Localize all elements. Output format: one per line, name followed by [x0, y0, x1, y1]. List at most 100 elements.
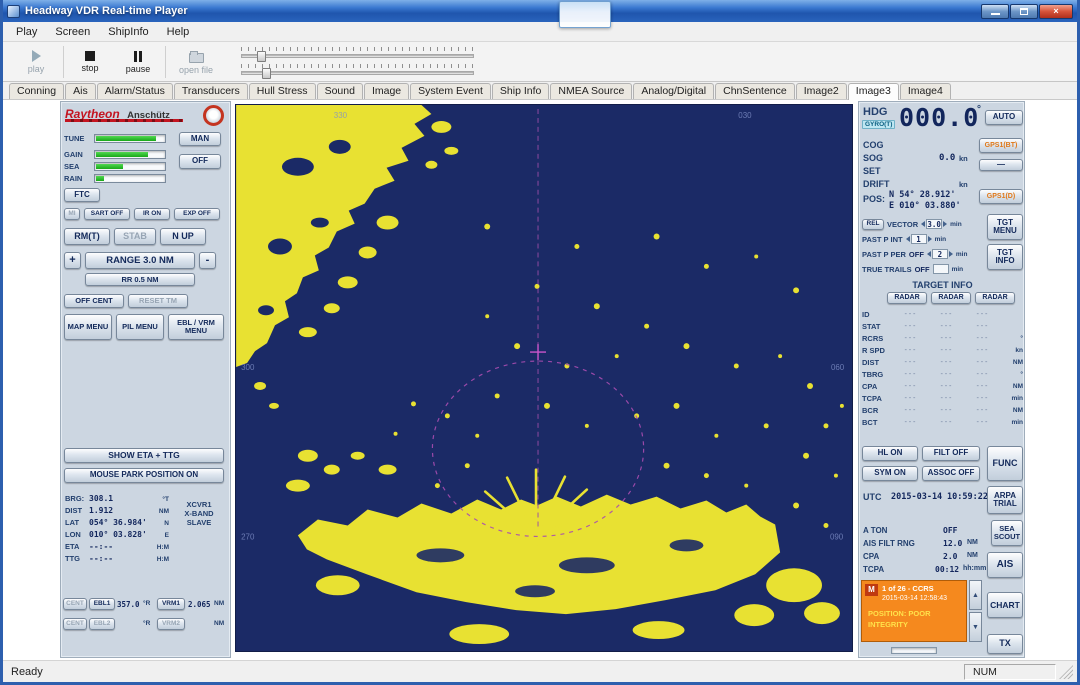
- off-button[interactable]: OFF: [179, 154, 221, 169]
- past-int-increase-arrow[interactable]: [928, 236, 932, 242]
- tab-analog-digital[interactable]: Analog/Digital: [633, 83, 714, 99]
- menu-screen[interactable]: Screen: [46, 24, 99, 40]
- off-cent-button[interactable]: OFF CENT: [64, 294, 124, 308]
- radar-ppi-display[interactable]: 330 030 300 060 270 090: [235, 104, 853, 652]
- target-source-radar-1[interactable]: RADAR: [887, 292, 927, 304]
- ir-on-button[interactable]: IR ON: [134, 208, 170, 220]
- range-increase-button[interactable]: +: [64, 252, 81, 269]
- alarm-scroll-up-button[interactable]: ▲: [969, 580, 982, 610]
- n-up-button[interactable]: N UP: [160, 228, 206, 245]
- tgt-info-button[interactable]: TGT INFO: [987, 244, 1023, 270]
- exp-off-button[interactable]: EXP OFF: [174, 208, 220, 220]
- gps1-d-button[interactable]: GPS1(D): [979, 189, 1023, 204]
- past-per-increase-arrow[interactable]: [949, 251, 953, 257]
- titlebar[interactable]: Headway VDR Real-time Player ×: [3, 0, 1077, 22]
- trails-state[interactable]: OFF: [915, 265, 930, 274]
- vrm2-button[interactable]: VRM2: [157, 618, 185, 630]
- close-button[interactable]: ×: [1039, 4, 1073, 19]
- map-menu-button[interactable]: MAP MENU: [64, 314, 112, 340]
- range-decrease-button[interactable]: -: [199, 252, 216, 269]
- menu-play[interactable]: Play: [7, 24, 46, 40]
- maximize-button[interactable]: [1010, 4, 1038, 19]
- past-per-state[interactable]: OFF: [909, 250, 924, 259]
- target-source-radar-2[interactable]: RADAR: [931, 292, 971, 304]
- menu-help[interactable]: Help: [158, 24, 199, 40]
- tab-system-event[interactable]: System Event: [410, 83, 491, 99]
- tab-chnsentence[interactable]: ChnSentence: [715, 83, 795, 99]
- ftc-button[interactable]: FTC: [64, 188, 100, 202]
- resize-grip[interactable]: [1059, 665, 1073, 679]
- alarm-scrollbar[interactable]: [891, 647, 937, 654]
- status-num-pane: NUM: [964, 664, 1056, 680]
- playback-slider-thumb[interactable]: [257, 51, 266, 62]
- arpa-trial-button[interactable]: ARPA TRIAL: [987, 486, 1023, 514]
- rain-slider[interactable]: [94, 174, 166, 183]
- assoc-off-button[interactable]: ASSOC OFF: [922, 466, 980, 481]
- gps1-bt-button[interactable]: GPS1(BT): [979, 138, 1023, 153]
- past-per-decrease-arrow[interactable]: [927, 251, 931, 257]
- pause-button[interactable]: pause: [115, 45, 161, 79]
- ais-button[interactable]: AIS: [987, 552, 1023, 578]
- tab-image3[interactable]: Image3: [848, 83, 899, 100]
- speed-slider-thumb[interactable]: [262, 68, 271, 79]
- aton-value[interactable]: OFF: [943, 526, 957, 535]
- tab-conning[interactable]: Conning: [9, 83, 64, 99]
- pil-menu-button[interactable]: PIL MENU: [116, 314, 164, 340]
- minimize-button[interactable]: [981, 4, 1009, 19]
- chart-button[interactable]: CHART: [987, 592, 1023, 618]
- tab-image4[interactable]: Image4: [900, 83, 951, 99]
- vrm1-button[interactable]: VRM1: [157, 598, 185, 610]
- tab-ais[interactable]: Ais: [65, 83, 96, 99]
- tune-slider[interactable]: [94, 134, 166, 143]
- sea-slider[interactable]: [94, 162, 166, 171]
- range-display[interactable]: RANGE 3.0 NM: [85, 252, 195, 269]
- cent1-button[interactable]: CENT: [63, 598, 87, 610]
- alarm-scroll-down-button[interactable]: ▼: [969, 612, 982, 642]
- sart-off-button[interactable]: SART OFF: [84, 208, 130, 220]
- auto-button[interactable]: AUTO: [985, 110, 1023, 125]
- tab-image2[interactable]: Image2: [796, 83, 847, 99]
- tab-sound[interactable]: Sound: [317, 83, 363, 99]
- show-eta-ttg-button[interactable]: SHOW ETA + TTG: [64, 448, 224, 463]
- stop-button[interactable]: stop: [67, 45, 113, 79]
- open-file-label: open file: [179, 65, 213, 75]
- play-button[interactable]: play: [13, 45, 59, 79]
- open-file-button[interactable]: open file: [169, 45, 223, 79]
- tab-image[interactable]: Image: [364, 83, 409, 99]
- rm-t-button[interactable]: RM(T): [64, 228, 110, 245]
- sym-on-button[interactable]: SYM ON: [862, 466, 918, 481]
- sea-scout-button[interactable]: SEA SCOUT: [991, 520, 1023, 546]
- dash-button[interactable]: —: [979, 159, 1023, 171]
- tab-hull-stress[interactable]: Hull Stress: [249, 83, 316, 99]
- ebl2-button[interactable]: EBL2: [89, 618, 115, 630]
- alarm-message-box[interactable]: M 1 of 26 - CCRS 2015-03-14 12:58:43 POS…: [861, 580, 967, 642]
- tab-ship-info[interactable]: Ship Info: [492, 83, 549, 99]
- vector-decrease-arrow[interactable]: [921, 221, 925, 227]
- ebl1-button[interactable]: EBL1: [89, 598, 115, 610]
- tab-alarm-status[interactable]: Alarm/Status: [97, 83, 173, 99]
- vector-increase-arrow[interactable]: [943, 221, 947, 227]
- func-button[interactable]: FUNC: [987, 446, 1023, 481]
- tab-nmea-source[interactable]: NMEA Source: [550, 83, 632, 99]
- tx-button[interactable]: TX: [987, 634, 1023, 654]
- menu-shipinfo[interactable]: ShipInfo: [99, 24, 157, 40]
- cent2-button[interactable]: CENT: [63, 618, 87, 630]
- range-rings-button[interactable]: RR 0.5 NM: [85, 273, 195, 286]
- gain-slider[interactable]: [94, 150, 166, 159]
- mi-button[interactable]: MI: [64, 208, 80, 220]
- cpa-limit-value: 2.0: [943, 552, 957, 561]
- mouse-park-button[interactable]: MOUSE PARK POSITION ON: [64, 468, 224, 483]
- stab-button[interactable]: STAB: [114, 228, 156, 245]
- target-source-radar-3[interactable]: RADAR: [975, 292, 1015, 304]
- tab-transducers[interactable]: Transducers: [174, 83, 248, 99]
- past-int-decrease-arrow[interactable]: [906, 236, 910, 242]
- rel-button[interactable]: REL: [862, 219, 884, 230]
- ebl-vrm-menu-button[interactable]: EBL / VRM MENU: [168, 314, 224, 340]
- man-button[interactable]: MAN: [179, 132, 221, 146]
- filt-off-button[interactable]: FILT OFF: [922, 446, 980, 461]
- playback-speed-slider[interactable]: [241, 64, 474, 78]
- tgt-menu-button[interactable]: TGT MENU: [987, 214, 1023, 240]
- reset-tm-button[interactable]: RESET TM: [128, 294, 188, 308]
- playback-position-slider[interactable]: [241, 47, 474, 61]
- hl-on-button[interactable]: HL ON: [862, 446, 918, 461]
